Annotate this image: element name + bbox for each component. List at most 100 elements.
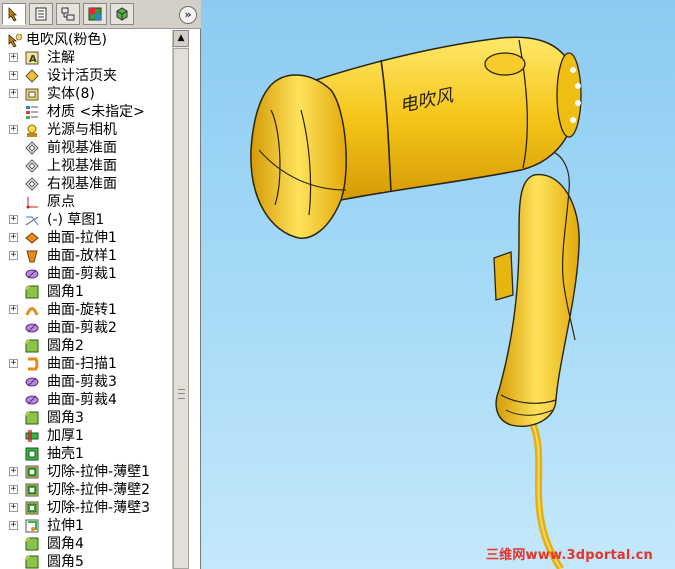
tree-item[interactable]: 曲面-剪裁4 [0, 391, 172, 409]
expand-icon[interactable]: + [9, 89, 18, 98]
tree-root[interactable]: 电吹风(粉色) [0, 31, 172, 49]
fillet-icon [25, 411, 39, 425]
fillet-icon [25, 285, 39, 299]
tree-item[interactable]: 原点 [0, 193, 172, 211]
tree-item[interactable]: + (-) 草图1 [0, 211, 172, 229]
expand-icon[interactable]: + [9, 503, 18, 512]
expand-icon[interactable]: + [9, 467, 18, 476]
tree-item[interactable]: + 曲面-放样1 [0, 247, 172, 265]
tree-scrollbar[interactable]: ▲ [172, 30, 189, 569]
tree-item[interactable]: 曲面-剪裁1 [0, 265, 172, 283]
tab-display-manager[interactable] [110, 3, 134, 25]
tree-item[interactable]: 加厚1 [0, 427, 172, 445]
tree-item[interactable]: 抽壳1 [0, 445, 172, 463]
tree-item-label: 曲面-剪裁2 [47, 320, 117, 336]
tree-item-label: 圆角2 [47, 338, 84, 354]
tree-item-label: 曲面-剪裁3 [47, 374, 117, 390]
feature-manager-panel: » 电吹风(粉色) + A 注解 + 设计活页夹 + 实体(8) 材质 <未指定> + 光源与相机… [0, 0, 201, 569]
tree-item[interactable]: + 切除-拉伸-薄壁3 [0, 499, 172, 517]
cut-extrude-icon [25, 465, 39, 479]
expand-icon[interactable]: + [9, 125, 18, 134]
scroll-up-button[interactable]: ▲ [173, 30, 189, 47]
tree-root-label: 电吹风(粉色) [26, 32, 107, 48]
part-icon [8, 33, 23, 48]
tree-item-label: 切除-拉伸-薄壁2 [47, 482, 151, 498]
solid-bodies-icon [25, 88, 39, 101]
tree-item-label: 曲面-剪裁4 [47, 392, 117, 408]
tree-item[interactable]: + 光源与相机 [0, 121, 172, 139]
tree-item[interactable]: 上视基准面 [0, 157, 172, 175]
cut-extrude-icon [25, 501, 39, 515]
surface-trim-icon [25, 377, 39, 387]
tree-item[interactable]: + 切除-拉伸-薄壁1 [0, 463, 172, 481]
expand-icon[interactable]: + [9, 521, 18, 530]
tree-item-label: 设计活页夹 [47, 68, 117, 84]
tree-item[interactable]: 右视基准面 [0, 175, 172, 193]
tree-item-label: 注解 [47, 50, 75, 66]
tree-item-label: 切除-拉伸-薄壁1 [47, 464, 151, 480]
tree-item[interactable]: 圆角4 [0, 535, 172, 553]
tree-item[interactable]: + 曲面-旋转1 [0, 301, 172, 319]
tree-item[interactable]: + 设计活页夹 [0, 67, 172, 85]
surface-revolve-icon [25, 307, 39, 316]
tree-item[interactable]: 前视基准面 [0, 139, 172, 157]
surface-extrude-icon [25, 232, 39, 244]
graphics-viewport[interactable]: 电吹风 三维网www.3dportal.cn [201, 0, 675, 569]
tree-item-label: 曲面-放样1 [47, 248, 117, 264]
surface-trim-icon [25, 395, 39, 405]
expand-icon[interactable]: + [9, 215, 18, 224]
tree-item[interactable]: 曲面-剪裁2 [0, 319, 172, 337]
tree-item-label: 光源与相机 [47, 122, 117, 138]
expand-icon[interactable]: + [9, 305, 18, 314]
expand-icon[interactable]: + [9, 71, 18, 80]
power-switch [493, 251, 514, 301]
expand-icon[interactable]: + [9, 359, 18, 368]
tree-item-label: 曲面-剪裁1 [47, 266, 117, 282]
expand-icon[interactable]: + [9, 53, 18, 62]
expand-icon[interactable]: + [9, 251, 18, 260]
tree-item-label: 前视基准面 [47, 140, 117, 156]
tree-item-label: 曲面-扫描1 [47, 356, 117, 372]
tree-item[interactable]: + 切除-拉伸-薄壁2 [0, 481, 172, 499]
scroll-thumb[interactable] [173, 48, 189, 569]
tree-item[interactable]: 材质 <未指定> [0, 103, 172, 121]
surface-loft-icon [26, 250, 38, 263]
tree-item[interactable]: 圆角2 [0, 337, 172, 355]
sketch-icon [25, 216, 39, 226]
expand-icon[interactable]: + [9, 485, 18, 494]
tree-item[interactable]: 圆角5 [0, 553, 172, 569]
tree-item-label: 圆角3 [47, 410, 84, 426]
collapse-panel-button[interactable]: » [179, 6, 197, 24]
display-manager-icon [116, 7, 128, 21]
tree-item[interactable]: 圆角3 [0, 409, 172, 427]
tab-feature-manager[interactable] [2, 3, 26, 25]
tree-item-label: 上视基准面 [47, 158, 117, 174]
tree-item[interactable]: 曲面-剪裁3 [0, 373, 172, 391]
tree-item-label: 拉伸1 [47, 518, 84, 534]
tree-item[interactable]: 圆角1 [0, 283, 172, 301]
material-icon [26, 106, 38, 119]
tree-item[interactable]: + A 注解 [0, 49, 172, 67]
tree-item[interactable]: + 拉伸1 [0, 517, 172, 535]
tree-item-label: 材质 <未指定> [47, 104, 145, 120]
configuration-manager-icon [61, 7, 75, 21]
watermark: 三维网www.3dportal.cn [485, 548, 653, 563]
tree-item-label: 圆角4 [47, 536, 84, 552]
surface-trim-icon [25, 269, 39, 279]
property-manager-icon [35, 7, 47, 21]
panel-tab-bar: » [0, 0, 201, 29]
tree-item-label: 曲面-旋转1 [47, 302, 117, 318]
tree-item-label: 原点 [47, 194, 75, 210]
tree-item[interactable]: + 实体(8) [0, 85, 172, 103]
tree-item[interactable]: + 曲面-扫描1 [0, 355, 172, 373]
lights-cameras-icon [27, 124, 37, 137]
plane-icon [25, 141, 39, 155]
tab-property-manager[interactable] [29, 3, 53, 25]
tab-appearance[interactable] [83, 3, 107, 25]
expand-icon[interactable]: + [9, 233, 18, 242]
tab-configuration-manager[interactable] [56, 3, 80, 25]
cut-extrude-icon [25, 483, 39, 497]
tree-item[interactable]: + 曲面-拉伸1 [0, 229, 172, 247]
fillet-icon [25, 537, 39, 551]
thicken-icon [25, 430, 39, 442]
